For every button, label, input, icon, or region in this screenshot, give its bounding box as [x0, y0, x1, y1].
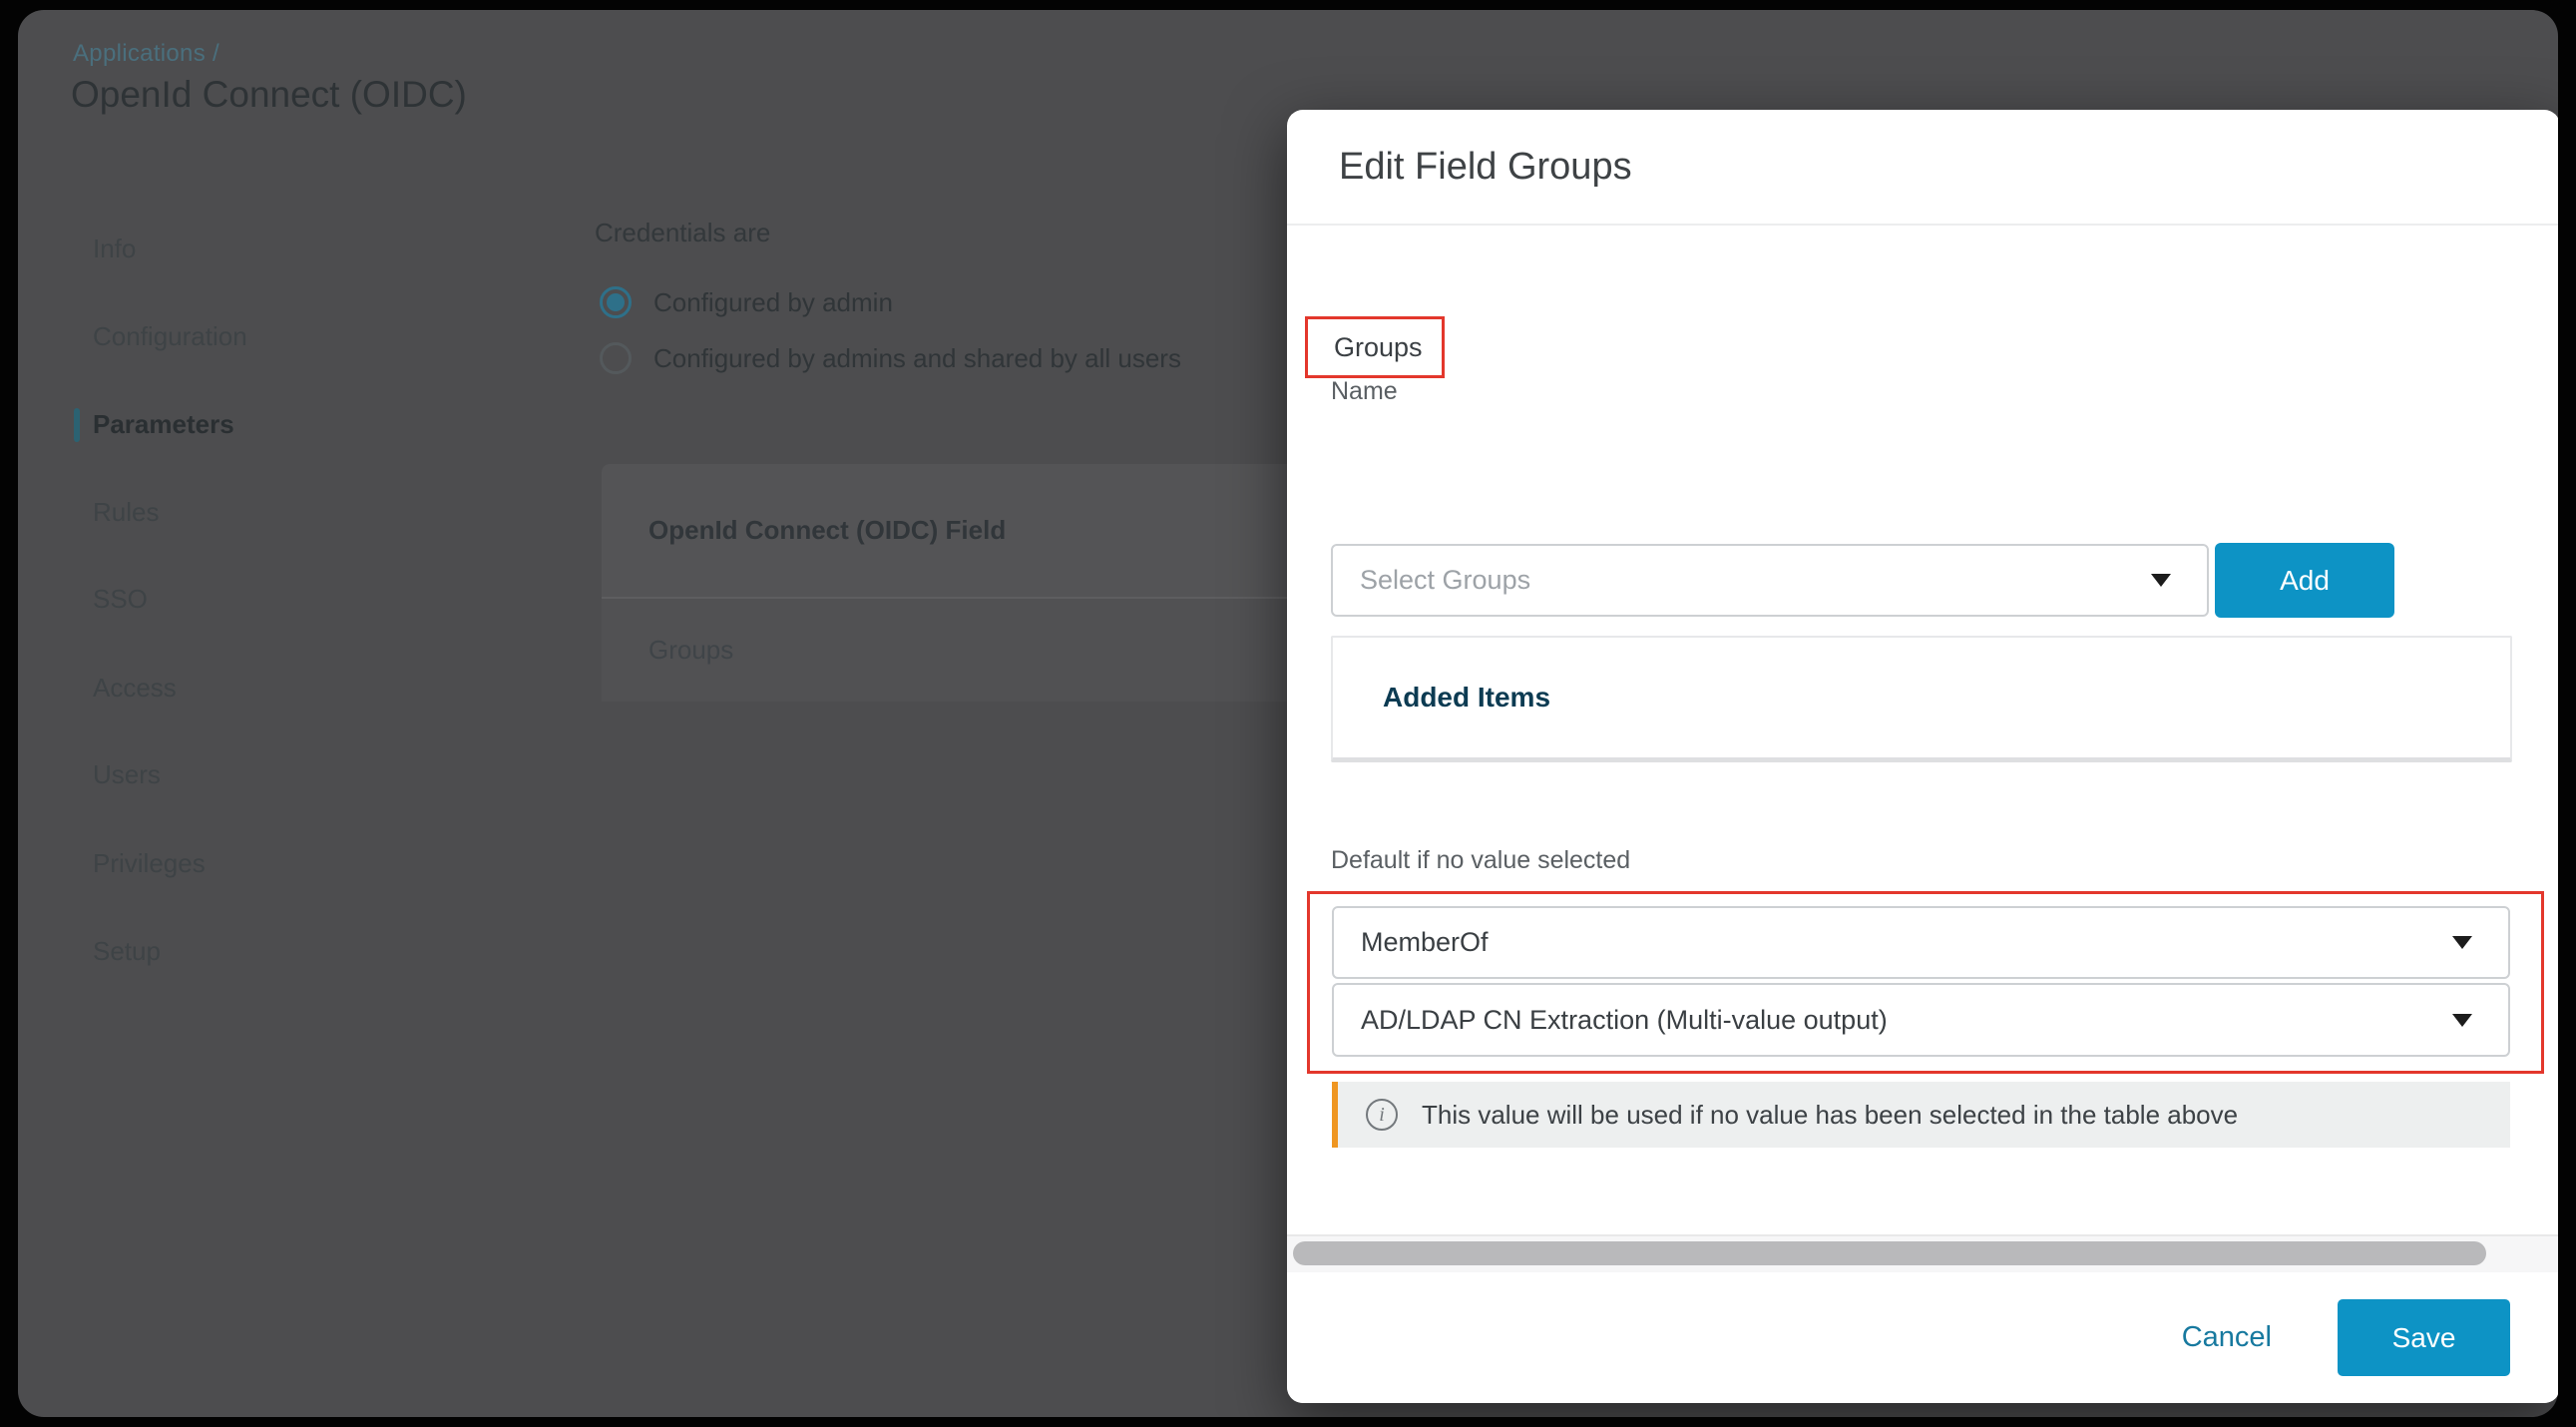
default-select-1-value: MemberOf	[1361, 927, 2452, 958]
radio-label: Configured by admins and shared by all u…	[653, 343, 1181, 374]
sidebar-item-access[interactable]: Access	[93, 671, 177, 705]
info-note: i This value will be used if no value ha…	[1332, 1082, 2510, 1148]
radio-unselected-icon	[600, 342, 632, 374]
add-button[interactable]: Add	[2215, 543, 2394, 618]
sidebar-active-indicator	[74, 408, 80, 442]
sidebar-item-configuration[interactable]: Configuration	[93, 319, 247, 353]
value-select[interactable]: Select Groups	[1331, 544, 2209, 617]
default-select-2-value: AD/LDAP CN Extraction (Multi-value outpu…	[1361, 1005, 2452, 1036]
field-table-header: OpenId Connect (OIDC) Field	[602, 464, 1287, 599]
chevron-down-icon	[2452, 936, 2472, 949]
sidebar-item-sso[interactable]: SSO	[93, 582, 148, 616]
credentials-label: Credentials are	[595, 218, 770, 248]
app-window: Applications / OpenId Connect (OIDC) Inf…	[18, 10, 2558, 1417]
sidebar-item-users[interactable]: Users	[93, 757, 161, 791]
info-icon: i	[1366, 1099, 1398, 1131]
screen: Applications / OpenId Connect (OIDC) Inf…	[0, 0, 2576, 1427]
radio-configured-shared[interactable]: Configured by admins and shared by all u…	[600, 342, 1181, 374]
added-items-panel: Added Items	[1331, 636, 2512, 762]
radio-configured-by-admin[interactable]: Configured by admin	[600, 286, 893, 318]
sidebar-item-setup[interactable]: Setup	[93, 934, 161, 968]
horizontal-scrollbar-thumb[interactable]	[1293, 1241, 2486, 1265]
sidebar-item-privileges[interactable]: Privileges	[93, 846, 206, 880]
added-items-title: Added Items	[1383, 682, 1550, 714]
page-title: OpenId Connect (OIDC)	[71, 74, 467, 116]
radio-selected-icon	[600, 286, 632, 318]
chevron-down-icon	[2151, 574, 2171, 587]
sidebar-item-parameters[interactable]: Parameters	[93, 407, 234, 441]
edit-field-groups-modal: Edit Field Groups Name Groups Value Sele…	[1287, 110, 2558, 1403]
breadcrumb[interactable]: Applications /	[73, 40, 219, 68]
field-table: OpenId Connect (OIDC) Field Groups	[602, 464, 1287, 704]
name-label: Name	[1331, 377, 1398, 406]
horizontal-scrollbar-track	[1287, 1234, 2558, 1272]
modal-header: Edit Field Groups	[1287, 110, 2558, 226]
cancel-button[interactable]: Cancel	[2182, 1321, 2272, 1354]
value-select-placeholder: Select Groups	[1360, 565, 2151, 596]
default-select-2[interactable]: AD/LDAP CN Extraction (Multi-value outpu…	[1332, 983, 2510, 1057]
default-select-1[interactable]: MemberOf	[1332, 906, 2510, 979]
default-value-label: Default if no value selected	[1331, 846, 1630, 875]
sidebar-item-rules[interactable]: Rules	[93, 495, 159, 529]
name-field[interactable]: Groups	[1305, 316, 1445, 378]
modal-footer: Cancel Save	[1287, 1272, 2558, 1403]
table-row[interactable]: Groups	[602, 599, 1287, 702]
chevron-down-icon	[2452, 1014, 2472, 1027]
save-button[interactable]: Save	[2338, 1299, 2510, 1376]
modal-title: Edit Field Groups	[1339, 146, 1632, 189]
radio-label: Configured by admin	[653, 287, 893, 318]
sidebar-item-info[interactable]: Info	[93, 232, 136, 265]
info-note-text: This value will be used if no value has …	[1422, 1100, 2238, 1131]
